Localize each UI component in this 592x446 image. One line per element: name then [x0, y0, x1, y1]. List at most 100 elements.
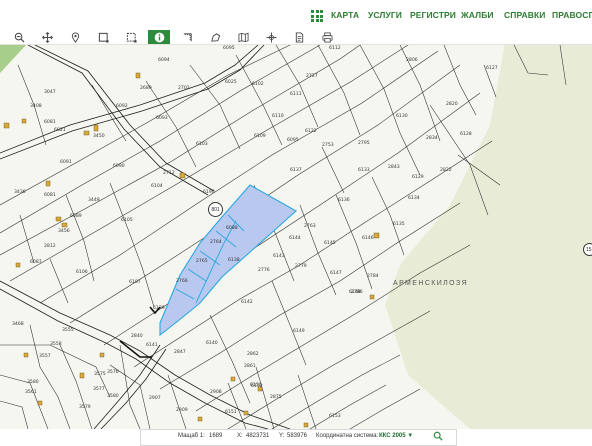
parcel-label: 3449 [88, 197, 100, 203]
parcel-label: 6137 [290, 167, 302, 173]
parcel-label: 2779 [295, 263, 307, 269]
parcel-label: 2909 [176, 407, 188, 413]
document-icon[interactable] [288, 30, 310, 44]
nav-item-references[interactable]: СПРАВКИ [504, 10, 545, 20]
parcel-label: 3450 [93, 133, 105, 139]
parcel-label: 2820 [446, 101, 458, 107]
crs-value: ККС 2005 [379, 433, 406, 439]
parcel-label: 6093 [156, 115, 168, 121]
parcel-label: 6148 [349, 289, 361, 295]
pan-icon[interactable] [36, 30, 58, 44]
print-icon[interactable] [316, 30, 338, 44]
parcel-label: 2702 [178, 85, 190, 91]
parcel-label: 2712 [163, 170, 175, 176]
select-polygon-icon[interactable] [120, 30, 142, 44]
zoom-out-icon[interactable] [8, 30, 30, 44]
parcel-label: 2907 [149, 395, 161, 401]
parcel-label: 3580 [27, 379, 39, 385]
parcel-label: 6142 [241, 299, 253, 305]
parcel-label: 2689 [140, 85, 152, 91]
parcel-label: 6153 [329, 413, 341, 419]
map-toolbar [0, 30, 592, 45]
district-label: АРМЕНСКИЛОЗЯ [393, 280, 469, 287]
parcel-label: 2862 [247, 351, 259, 357]
search-icon[interactable] [433, 431, 443, 443]
parcel-label: 6144 [289, 235, 301, 241]
parcel-label: 2861 [244, 363, 256, 369]
parcel-label: 6128 [460, 131, 472, 137]
parcel-label: 2795 [358, 140, 370, 146]
parcel-label: 3579 [79, 404, 91, 410]
parcel-label: 3047 [44, 89, 56, 95]
parcel-label: 3580 [107, 393, 119, 399]
parcel-label: 6152 [251, 383, 263, 389]
parcel-label: 3557 [39, 353, 51, 359]
parcel-label: 6138 [228, 257, 240, 263]
road-number-badge: 801 [208, 202, 223, 217]
cadastral-map[interactable]: 6095 6094 6112 2806 6127 2727 6111 6025 6102 2689… [0, 45, 592, 429]
parcel-label: 6136 [338, 197, 350, 203]
parcel-label: 2727 [306, 73, 318, 79]
map-layers-icon[interactable] [232, 30, 254, 44]
apps-grid-icon[interactable] [311, 10, 323, 22]
parcel-label: 6094 [158, 57, 170, 63]
measure-area-icon[interactable] [204, 30, 226, 44]
parcel-label: 6147 [330, 270, 342, 276]
parcel-label: 2776 [258, 267, 270, 273]
parcel-label: 2875 [270, 394, 282, 400]
parcel-label: 6021 [54, 127, 66, 133]
measure-length-icon[interactable] [176, 30, 198, 44]
parcel-label: 6143 [273, 253, 285, 259]
nav-item-legal-capacity[interactable]: ПРАВОСПОСОБНОСТ [552, 10, 592, 20]
nav-item-services[interactable]: УСЛУГИ [368, 10, 402, 20]
parcel-label: 6122 [305, 128, 317, 134]
coordinates-icon[interactable] [260, 30, 282, 44]
parcel-label: 6105 [121, 217, 133, 223]
parcel-label: 6149 [293, 328, 305, 334]
parcel-label: 3555 [62, 327, 74, 333]
nav-item-map[interactable]: КАРТА [331, 10, 359, 20]
parcel-label: 3408 [30, 103, 42, 109]
parcel-label: 3558 [50, 341, 62, 347]
parcel-label: 6107 [129, 279, 141, 285]
parcel-label: 2766 [176, 278, 188, 284]
y-label: Y: [279, 433, 285, 439]
parcel-label: 6145 [324, 240, 336, 246]
parcel-label: 6127 [486, 65, 498, 71]
parcel-label: 6111 [290, 91, 302, 97]
scale-value: 1689 [209, 433, 223, 439]
parcel-label: 3561 [25, 389, 37, 395]
parcel-label: 6025 [225, 79, 237, 85]
parcel-label: 6081 [44, 119, 56, 125]
info-icon[interactable] [148, 30, 170, 44]
parcel-label: 6135 [393, 221, 405, 227]
parcel-label: 3575 [94, 371, 106, 377]
parcel-label: 6139 [153, 305, 165, 311]
parcel-label: 2822 [440, 167, 452, 173]
parcel-label: 2765 [196, 258, 208, 264]
parcel-label: 2908 [210, 389, 222, 395]
y-coordinate: 583976 [287, 433, 308, 439]
crs-select[interactable]: ККС 2005 ▼ [379, 433, 413, 439]
road-number-badge-right: 15 [583, 243, 592, 256]
select-rect-icon[interactable] [92, 30, 114, 44]
parcel-label: 6141 [146, 342, 158, 348]
scale-label: Мащаб 1: [178, 433, 205, 439]
location-pin-icon[interactable] [64, 30, 86, 44]
parcel-label: 6081 [44, 192, 56, 198]
nav-item-complaints[interactable]: ЖАЛБИ [461, 10, 494, 20]
parcel-label: 6146 [362, 235, 374, 241]
parcel-label: 2847 [174, 349, 186, 355]
parcel-label: 6140 [206, 340, 218, 346]
parcel-label: 3577 [93, 386, 105, 392]
parcel-label: 3436 [14, 189, 26, 195]
parcel-label: 6091 [60, 159, 72, 165]
parcel-label: 6151 [225, 409, 237, 415]
parcel-label: 2806 [406, 57, 418, 63]
parcel-label: 6130 [396, 113, 408, 119]
parcel-label: 6129 [412, 174, 424, 180]
nav-item-registers[interactable]: РЕГИСТРИ [410, 10, 456, 20]
parcel-label: 3456 [58, 228, 70, 234]
parcel-label: 6134 [408, 195, 420, 201]
parcel-label: 2764 [210, 239, 222, 245]
